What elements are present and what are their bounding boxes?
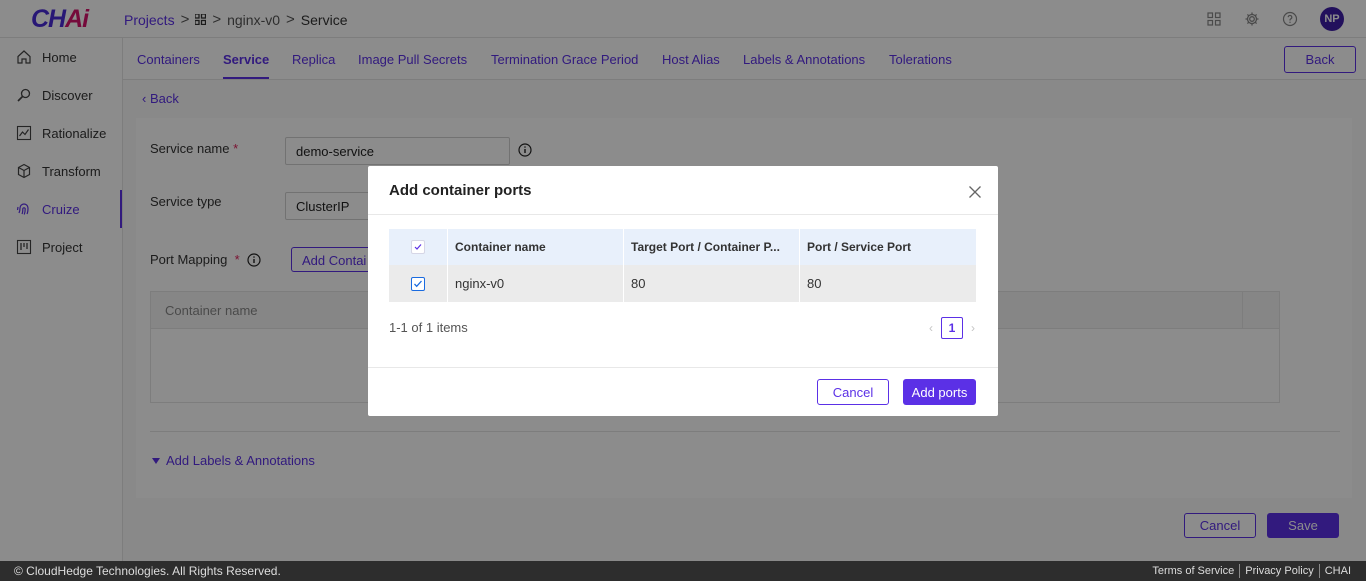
pagination-info: 1-1 of 1 items <box>389 320 468 335</box>
footer-links: Terms of Service Privacy Policy CHAI <box>1147 564 1356 578</box>
check-icon <box>414 244 422 250</box>
cell-service-port: 80 <box>807 276 822 291</box>
modal-cancel-button[interactable]: Cancel <box>817 379 889 405</box>
row-select-cell <box>411 265 431 302</box>
modal-title: Add container ports <box>389 182 532 199</box>
copyright-text: © CloudHedge Technologies. All Rights Re… <box>14 564 281 578</box>
check-icon <box>414 280 422 287</box>
add-container-ports-modal: Add container ports Container name Targe… <box>368 166 998 416</box>
column-divider <box>623 229 624 265</box>
select-all-checkbox[interactable] <box>411 240 425 254</box>
column-divider <box>623 265 624 302</box>
close-icon[interactable] <box>968 185 982 199</box>
footer-brand: CHAI <box>1324 565 1351 577</box>
column-divider <box>799 265 800 302</box>
column-header-target-port: Target Port / Container P... <box>631 240 780 254</box>
table-header: Container name Target Port / Container P… <box>389 229 976 265</box>
select-all-cell <box>411 229 431 265</box>
prev-page-icon[interactable]: ‹ <box>929 321 933 335</box>
column-divider <box>799 229 800 265</box>
column-header-container-name: Container name <box>455 240 546 254</box>
terms-link[interactable]: Terms of Service <box>1147 565 1239 577</box>
privacy-link[interactable]: Privacy Policy <box>1240 565 1318 577</box>
column-divider <box>447 265 448 302</box>
footer: © CloudHedge Technologies. All Rights Re… <box>0 561 1366 581</box>
page-number[interactable]: 1 <box>941 317 963 339</box>
table-row[interactable]: nginx-v0 80 80 <box>389 265 976 302</box>
ports-table: Container name Target Port / Container P… <box>389 229 976 302</box>
modal-header-divider <box>368 214 998 215</box>
row-checkbox[interactable] <box>411 276 425 291</box>
pagination: ‹ 1 › <box>929 317 975 339</box>
add-ports-button[interactable]: Add ports <box>903 379 976 405</box>
modal-footer-divider <box>368 367 998 368</box>
cell-container-name: nginx-v0 <box>455 276 505 291</box>
next-page-icon[interactable]: › <box>971 321 975 335</box>
cell-target-port: 80 <box>631 276 646 291</box>
column-divider <box>447 229 448 265</box>
column-header-service-port: Port / Service Port <box>807 240 912 254</box>
